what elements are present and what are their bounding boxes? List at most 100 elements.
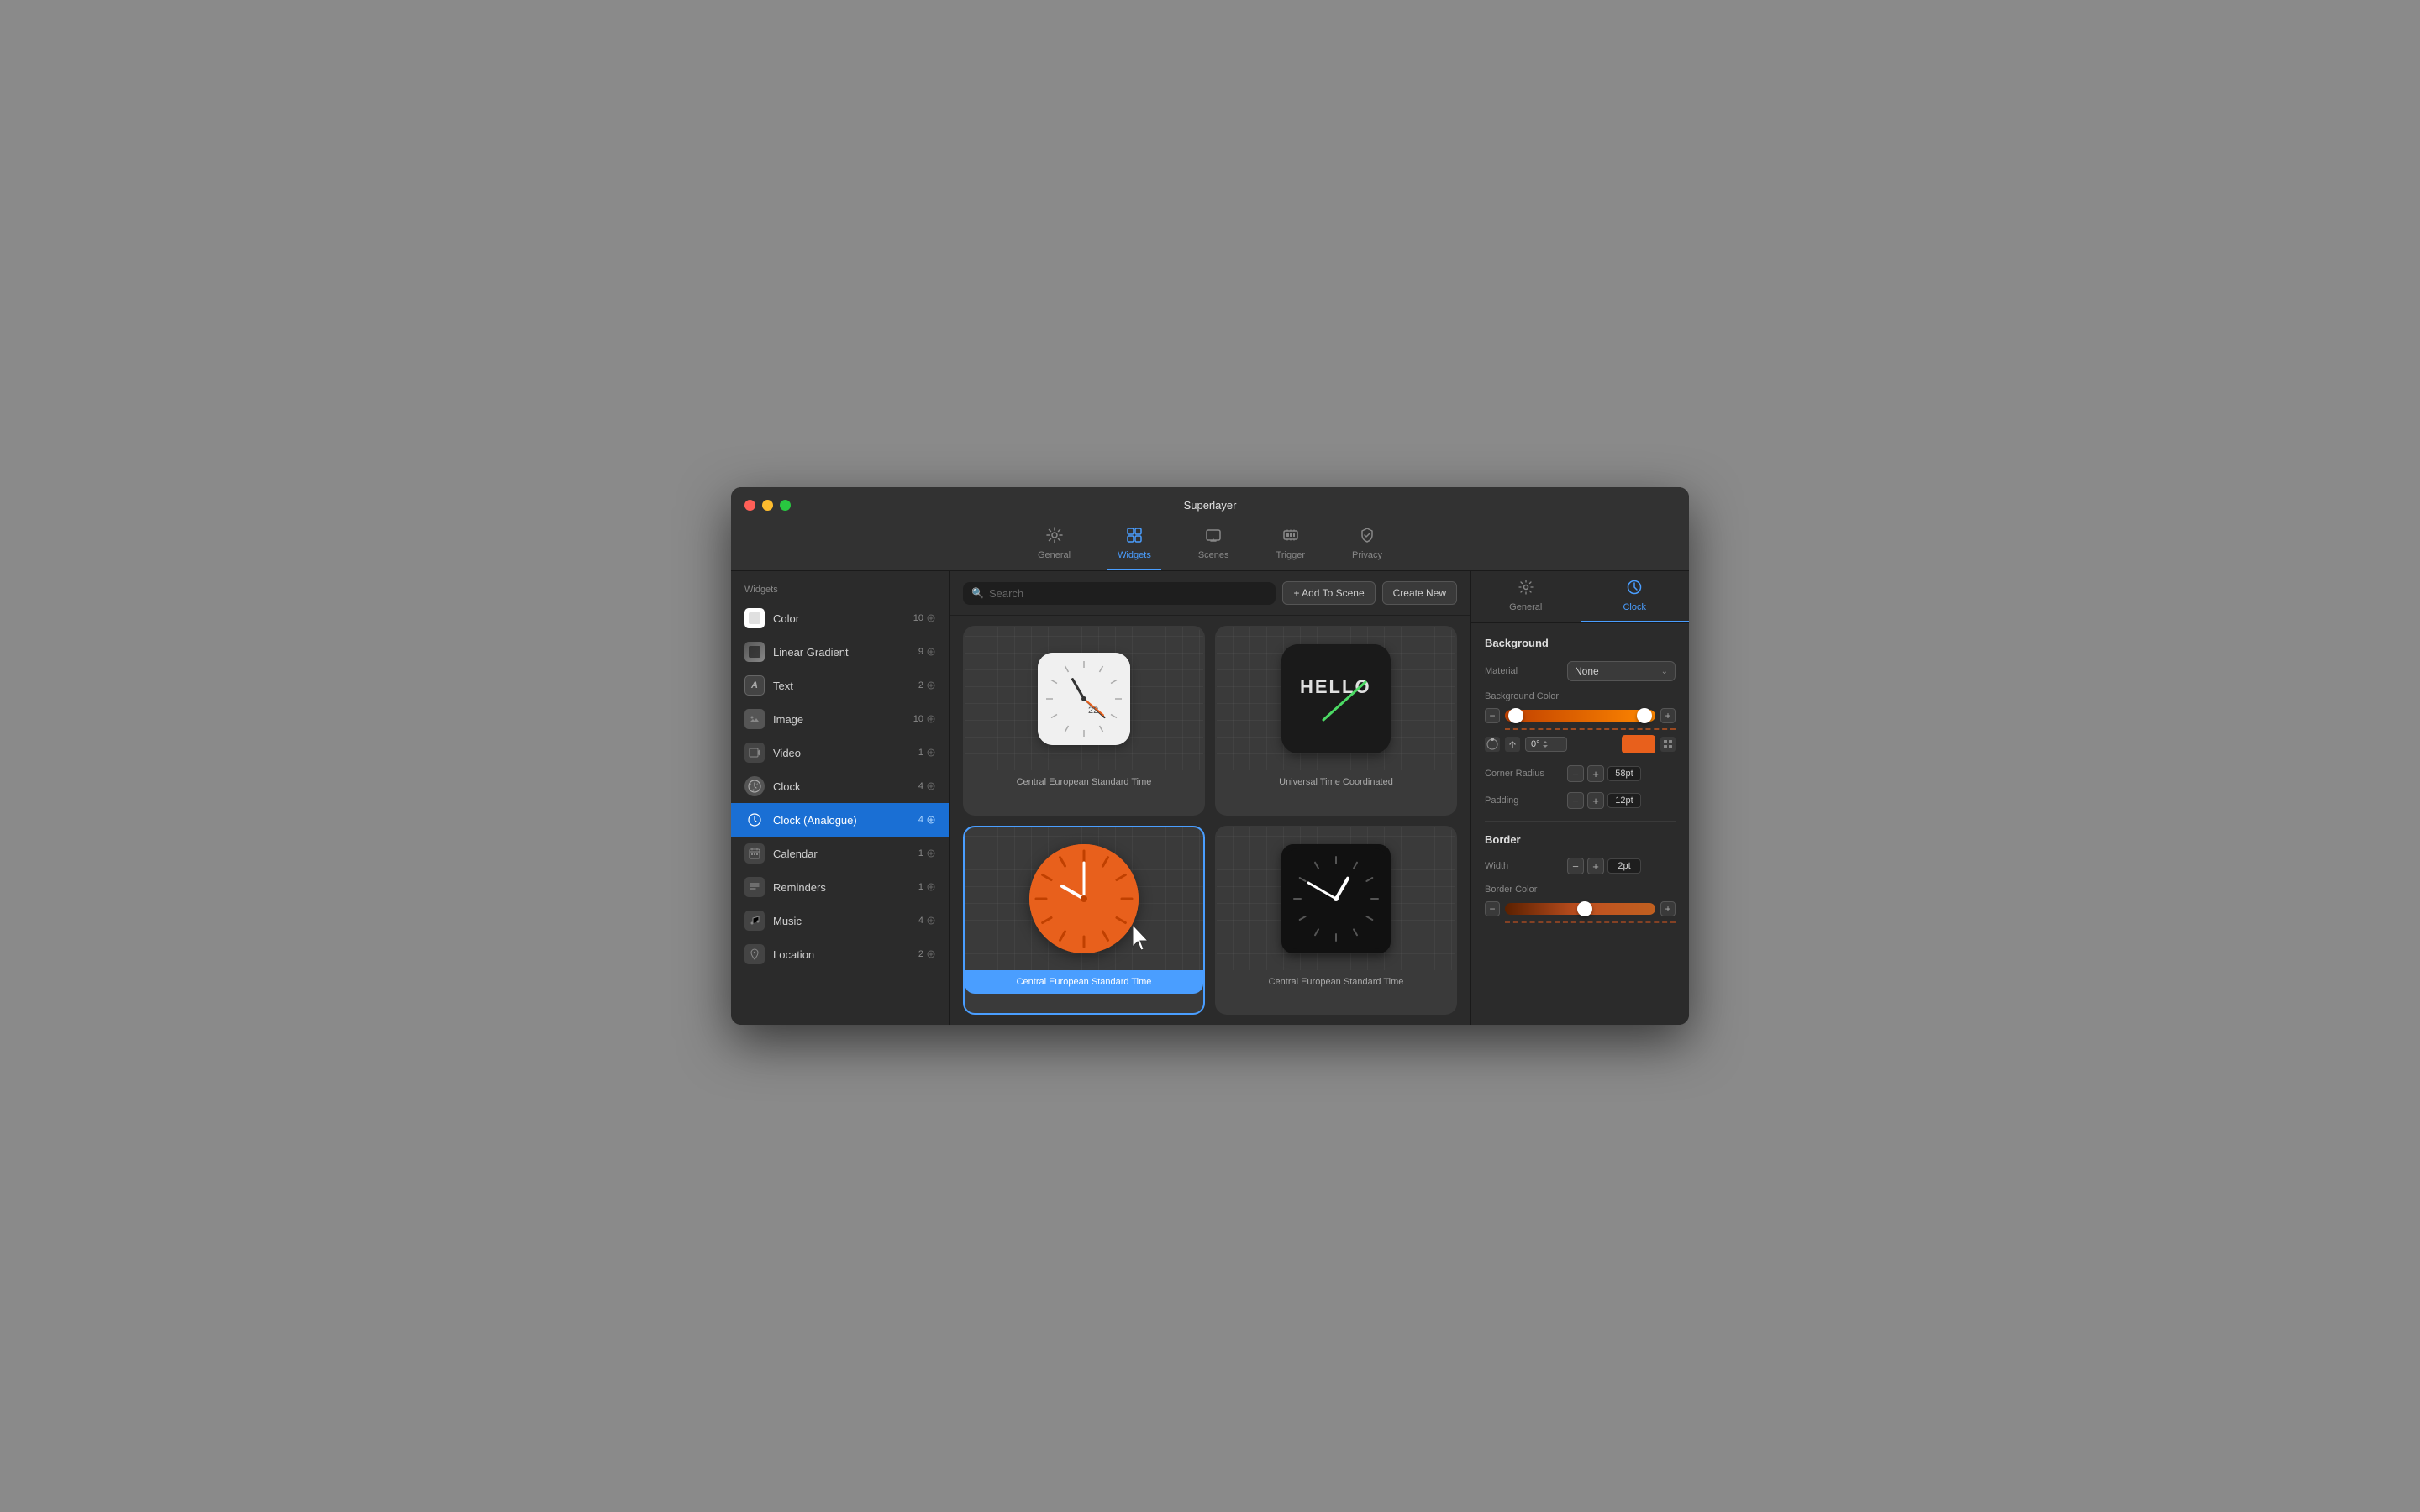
sidebar-label-linear-gradient: Linear Gradient (773, 646, 910, 659)
bg-color-slider[interactable] (1505, 710, 1655, 722)
bg-color-thumb-right[interactable] (1637, 708, 1652, 723)
calendar-icon (744, 843, 765, 864)
svg-text:22: 22 (1088, 706, 1098, 716)
sidebar-label-calendar: Calendar (773, 848, 910, 860)
tab-privacy[interactable]: Privacy (1342, 522, 1392, 570)
border-color-slider-row: − + (1485, 901, 1676, 916)
border-width-minus[interactable]: − (1567, 858, 1584, 874)
padding-minus[interactable]: − (1567, 792, 1584, 809)
right-general-icon (1518, 580, 1534, 599)
tab-widgets[interactable]: Widgets (1107, 522, 1161, 570)
bg-color-minus[interactable]: − (1485, 708, 1500, 723)
main-content: Widgets Color 10 Linear Gradient (731, 571, 1689, 1025)
widget-label-w3: Central European Standard Time (965, 970, 1203, 994)
sidebar-item-music[interactable]: Music 4 (731, 904, 949, 937)
border-color-minus[interactable]: − (1485, 901, 1500, 916)
widget-grid: 22 Central European Standard Time (950, 616, 1470, 1025)
corner-radius-plus[interactable]: + (1587, 765, 1604, 782)
maximize-button[interactable] (780, 500, 791, 511)
right-tab-general[interactable]: General (1471, 571, 1581, 622)
tab-scenes-label: Scenes (1198, 550, 1229, 560)
tab-widgets-label: Widgets (1118, 550, 1151, 560)
sidebar-label-clock-analogue: Clock (Analogue) (773, 814, 910, 827)
sidebar-item-location[interactable]: Location 2 (731, 937, 949, 971)
sidebar-item-linear-gradient[interactable]: Linear Gradient 9 (731, 635, 949, 669)
border-section-title: Border (1485, 833, 1676, 846)
tab-general[interactable]: General (1028, 522, 1081, 570)
right-tab-general-label: General (1509, 602, 1542, 612)
widget-card-w4[interactable]: Central European Standard Time (1215, 826, 1457, 1016)
sidebar-count-linear-gradient: 9 (918, 647, 935, 657)
svg-text:9: 9 (750, 782, 752, 786)
border-width-plus[interactable]: + (1587, 858, 1604, 874)
bg-color-thumb-left[interactable] (1508, 708, 1523, 723)
corner-radius-minus[interactable]: − (1567, 765, 1584, 782)
sidebar-item-reminders[interactable]: Reminders 1 (731, 870, 949, 904)
widget-card-w1[interactable]: 22 Central European Standard Time (963, 626, 1205, 816)
sidebar-label-music: Music (773, 915, 910, 927)
sidebar-item-clock[interactable]: 942 Clock 4 (731, 769, 949, 803)
sidebar-item-image[interactable]: Image 10 (731, 702, 949, 736)
corner-radius-label: Corner Radius (1485, 769, 1560, 779)
sidebar-count-video: 1 (918, 748, 935, 758)
sidebar-count-location: 2 (918, 949, 935, 959)
right-tab-clock[interactable]: Clock (1581, 571, 1690, 622)
border-color-slider[interactable] (1505, 903, 1655, 915)
sidebar-item-video[interactable]: Video 1 (731, 736, 949, 769)
add-to-scene-button[interactable]: + Add To Scene (1282, 581, 1375, 605)
svg-text:4: 4 (756, 782, 759, 786)
bg-color-dashed (1505, 728, 1676, 730)
color-preview[interactable] (1622, 735, 1655, 753)
widget-label-w4: Central European Standard Time (1259, 970, 1414, 995)
minimize-button[interactable] (762, 500, 773, 511)
analog-clock-dark (1281, 844, 1391, 953)
widget-card-w2[interactable]: HELLO Universal Time Coordinated (1215, 626, 1457, 816)
linear-gradient-icon (744, 642, 765, 662)
sidebar-label-color: Color (773, 612, 905, 625)
bg-color-plus[interactable]: + (1660, 708, 1676, 723)
sidebar-item-calendar[interactable]: Calendar 1 (731, 837, 949, 870)
widget-card-w3[interactable]: Central European Standard Time (963, 826, 1205, 1016)
material-select[interactable]: None ⌄ (1567, 661, 1676, 681)
color-icon (744, 608, 765, 628)
border-color-plus[interactable]: + (1660, 901, 1676, 916)
padding-row: Padding − + 12pt (1485, 792, 1676, 809)
text-icon: A (744, 675, 765, 696)
sidebar-count-calendar: 1 (918, 848, 935, 858)
divider-1 (1485, 821, 1676, 822)
search-input[interactable] (989, 587, 1268, 600)
scenes-icon (1205, 527, 1222, 547)
music-icon (744, 911, 765, 931)
border-color-label: Border Color (1485, 885, 1676, 895)
sidebar-item-text[interactable]: A Text 2 (731, 669, 949, 702)
tabbar: General Widgets (1028, 522, 1392, 570)
material-select-arrow: ⌄ (1661, 667, 1668, 676)
sidebar-item-clock-analogue[interactable]: Clock (Analogue) 4 (731, 803, 949, 837)
search-icon: 🔍 (971, 587, 984, 599)
border-color-thumb[interactable] (1577, 901, 1592, 916)
privacy-icon (1359, 527, 1376, 547)
right-panel-tabs: General Clock (1471, 571, 1689, 623)
corner-radius-row: Corner Radius − + 58pt (1485, 765, 1676, 782)
background-section-title: Background (1485, 637, 1676, 649)
padding-plus[interactable]: + (1587, 792, 1604, 809)
sidebar-label-video: Video (773, 747, 910, 759)
sidebar-count-clock: 4 (918, 781, 935, 791)
sidebar-count-reminders: 1 (918, 882, 935, 892)
sidebar-count-image: 10 (913, 714, 935, 724)
sidebar-item-color[interactable]: Color 10 (731, 601, 949, 635)
hello-widget: HELLO (1281, 644, 1391, 753)
general-icon (1046, 527, 1063, 547)
close-button[interactable] (744, 500, 755, 511)
color-row: 0° (1485, 735, 1676, 753)
angle-stepper[interactable] (1542, 739, 1549, 749)
tab-scenes[interactable]: Scenes (1188, 522, 1239, 570)
material-label: Material (1485, 666, 1560, 676)
sidebar-count-clock-analogue: 4 (918, 815, 935, 825)
video-icon (744, 743, 765, 763)
grid-icon[interactable] (1660, 737, 1676, 752)
circle-indicator (1485, 737, 1500, 752)
create-new-button[interactable]: Create New (1382, 581, 1457, 605)
tab-trigger[interactable]: Trigger (1266, 522, 1315, 570)
angle-input[interactable]: 0° (1525, 737, 1567, 752)
